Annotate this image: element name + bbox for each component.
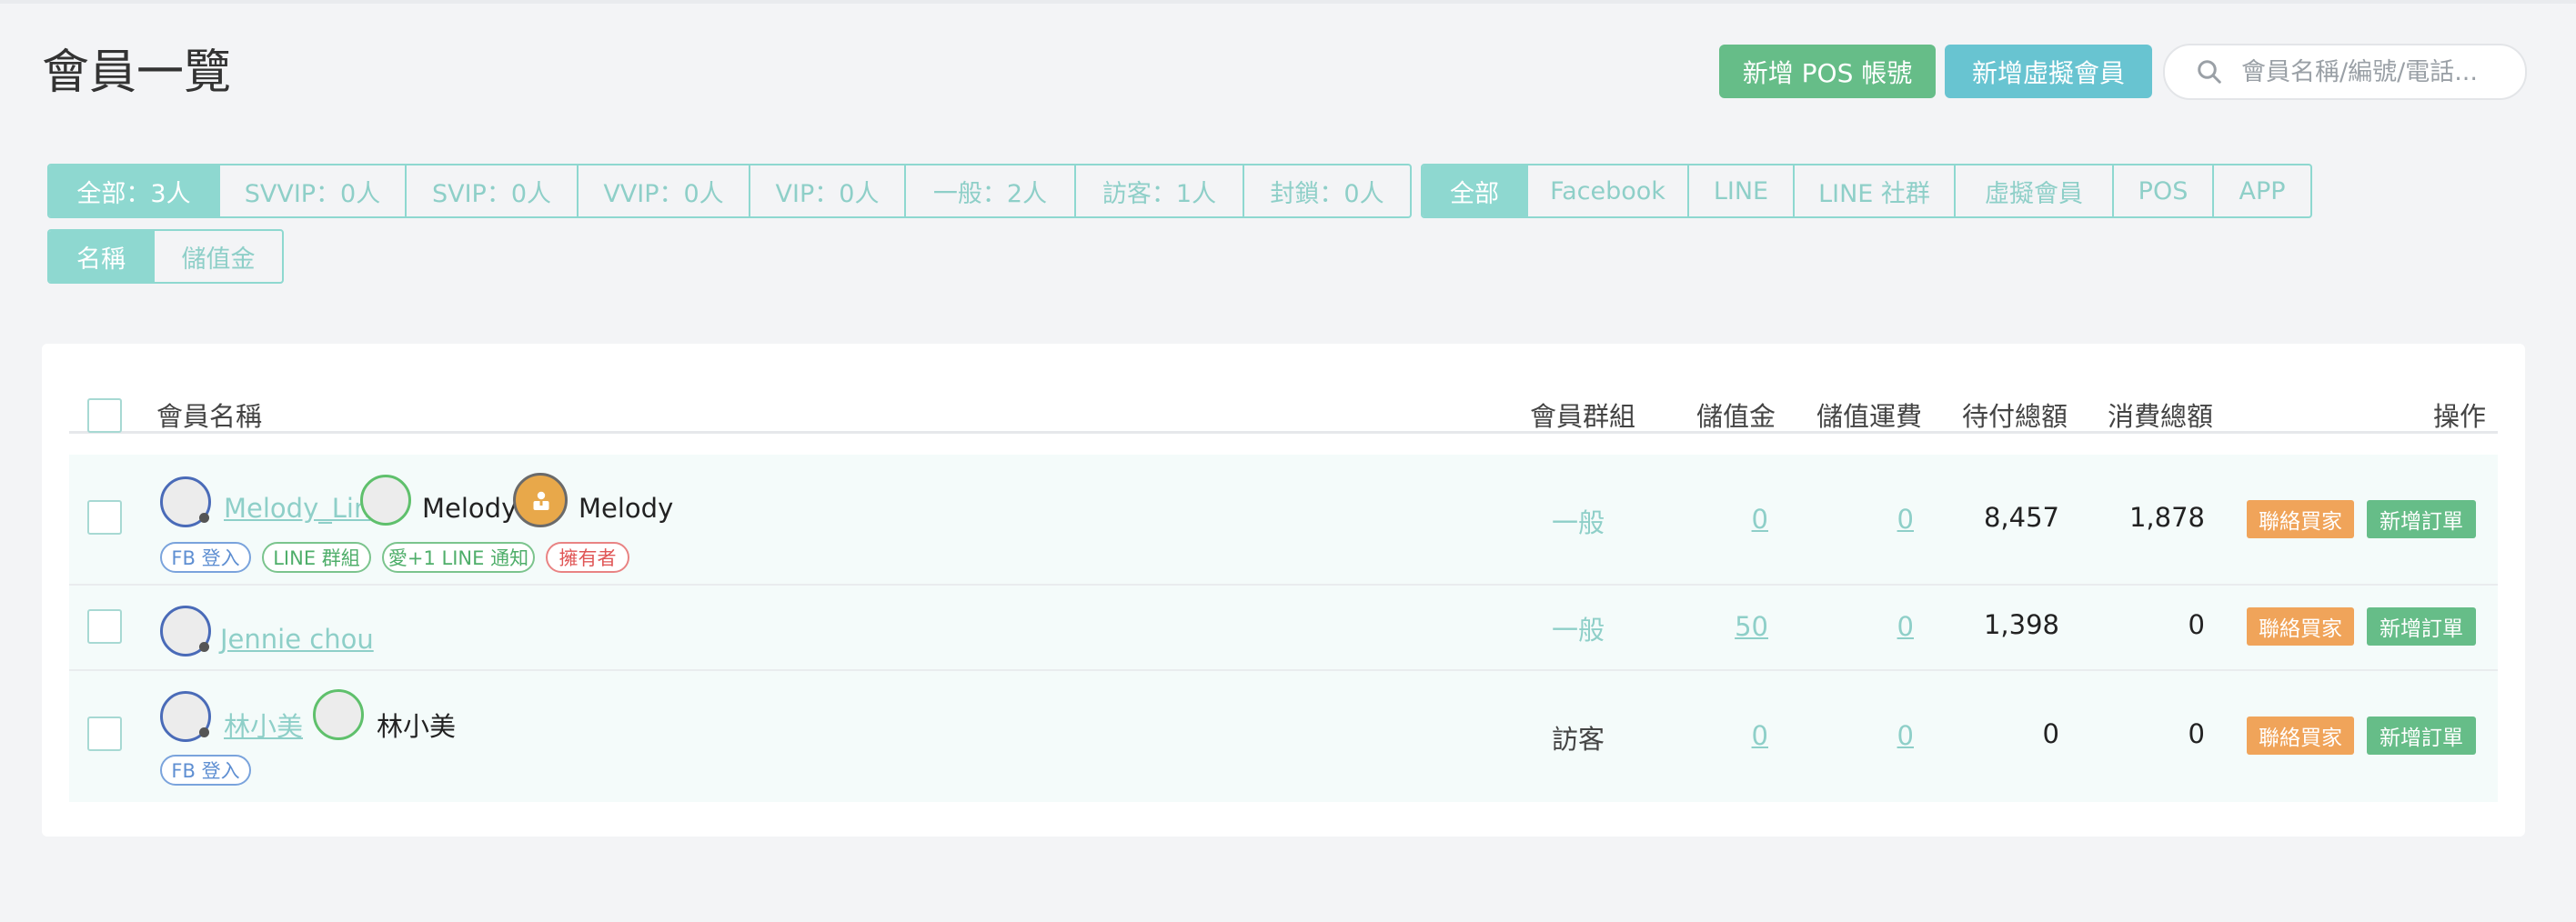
select-all-checkbox[interactable] bbox=[87, 398, 122, 433]
tab-source-app[interactable]: APP bbox=[2212, 165, 2310, 216]
stored-shipping-link[interactable]: 0 bbox=[1897, 720, 1914, 751]
tab-level-svip[interactable]: SVIP：0人 bbox=[405, 165, 577, 216]
header-spent-total: 消費總額 bbox=[2108, 401, 2214, 432]
tab-level-general[interactable]: 一般：2人 bbox=[904, 165, 1074, 216]
tab-source-all[interactable]: 全部 bbox=[1423, 165, 1526, 216]
stored-value-link[interactable]: 0 bbox=[1752, 504, 1768, 535]
header-pending-total: 待付總額 bbox=[1962, 401, 2068, 432]
stored-shipping-link[interactable]: 0 bbox=[1897, 504, 1914, 535]
table-row: Jennie chou 一般 50 0 1,398 0 聯絡買家 新增訂單 bbox=[69, 586, 2498, 671]
header-stored-value: 儲值金 bbox=[1696, 401, 1776, 432]
facebook-dot-icon bbox=[199, 513, 209, 523]
tab-level-vvip[interactable]: VVIP：0人 bbox=[577, 165, 749, 216]
member-group: 一般 bbox=[1552, 615, 1605, 646]
tab-sort-name[interactable]: 名稱 bbox=[49, 231, 153, 282]
page-title: 會員一覽 bbox=[42, 45, 232, 100]
fb-login-badge: FB 登入 bbox=[160, 542, 251, 573]
tab-level-svvip[interactable]: SVVIP：0人 bbox=[218, 165, 405, 216]
add-order-button[interactable]: 新增訂單 bbox=[2367, 607, 2476, 646]
table-header: 會員名稱 會員群組 儲值金 儲值運費 待付總額 消費總額 操作 bbox=[69, 391, 2498, 434]
row-checkbox[interactable] bbox=[87, 717, 122, 751]
stored-shipping-link[interactable]: 0 bbox=[1897, 611, 1914, 642]
member-level-tabs: 全部：3人 SVVIP：0人 SVIP：0人 VVIP：0人 VIP：0人 一般… bbox=[47, 164, 1412, 218]
pending-total: 0 bbox=[2042, 718, 2059, 749]
member-name-link[interactable]: 林小美 bbox=[224, 706, 303, 744]
header-member-name: 會員名稱 bbox=[156, 401, 263, 432]
tab-source-virtual[interactable]: 虛擬會員 bbox=[1954, 165, 2112, 216]
fb-login-badge: FB 登入 bbox=[160, 755, 251, 786]
table-row: 林小美 林小美 FB 登入 訪客 0 0 0 0 聯絡買家 新增訂單 bbox=[69, 671, 2498, 802]
tab-level-all[interactable]: 全部：3人 bbox=[49, 165, 218, 216]
facebook-avatar bbox=[160, 606, 211, 656]
member-group: 一般 bbox=[1552, 507, 1605, 538]
stored-value-link[interactable]: 50 bbox=[1735, 611, 1768, 642]
search-icon bbox=[2198, 60, 2221, 84]
owner-display-name: Melody bbox=[579, 493, 674, 524]
tab-level-guest[interactable]: 訪客：1人 bbox=[1074, 165, 1243, 216]
table-row: Melody_Lin Melody Melody FB 登入 LINE 群組 愛… bbox=[69, 455, 2498, 586]
contact-buyer-button[interactable]: 聯絡買家 bbox=[2247, 717, 2354, 755]
user-icon bbox=[533, 491, 549, 510]
contact-buyer-button[interactable]: 聯絡買家 bbox=[2247, 607, 2354, 646]
facebook-avatar bbox=[160, 476, 211, 527]
tab-sort-stored-value[interactable]: 儲值金 bbox=[153, 231, 282, 282]
contact-buyer-button[interactable]: 聯絡買家 bbox=[2247, 500, 2354, 538]
tab-source-line[interactable]: LINE bbox=[1687, 165, 1793, 216]
owner-avatar bbox=[513, 473, 568, 527]
member-name-link[interactable]: Jennie chou bbox=[220, 624, 374, 655]
tab-level-blocked[interactable]: 封鎖：0人 bbox=[1243, 165, 1410, 216]
pending-total: 8,457 bbox=[1983, 502, 2059, 533]
header-member-group: 會員群組 bbox=[1530, 401, 1636, 432]
tab-source-pos[interactable]: POS bbox=[2112, 165, 2212, 216]
pending-total: 1,398 bbox=[1983, 609, 2059, 640]
add-order-button[interactable]: 新增訂單 bbox=[2367, 717, 2476, 755]
facebook-dot-icon bbox=[199, 727, 209, 737]
line-avatar bbox=[360, 475, 411, 526]
member-source-tabs: 全部 Facebook LINE LINE 社群 虛擬會員 POS APP bbox=[1421, 164, 2312, 218]
tab-source-line-community[interactable]: LINE 社群 bbox=[1793, 165, 1954, 216]
member-group: 訪客 bbox=[1552, 724, 1605, 755]
add-pos-account-button[interactable]: 新增 POS 帳號 bbox=[1719, 45, 1936, 98]
member-table-card: 會員名稱 會員群組 儲值金 儲值運費 待付總額 消費總額 操作 Melody_L… bbox=[42, 344, 2525, 837]
sort-tabs: 名稱 儲值金 bbox=[47, 229, 284, 284]
tab-source-facebook[interactable]: Facebook bbox=[1526, 165, 1687, 216]
add-virtual-member-button[interactable]: 新增虛擬會員 bbox=[1945, 45, 2152, 98]
spent-total: 0 bbox=[2188, 609, 2205, 640]
owner-badge: 擁有者 bbox=[546, 542, 629, 573]
line-group-badge: LINE 群組 bbox=[262, 542, 371, 573]
line-display-name: 林小美 bbox=[377, 711, 457, 742]
spent-total: 1,878 bbox=[2128, 502, 2205, 533]
tab-level-vip[interactable]: VIP：0人 bbox=[749, 165, 904, 216]
member-name-link[interactable]: Melody_Lin bbox=[224, 493, 370, 524]
search-input[interactable] bbox=[2239, 56, 2516, 87]
header-stored-shipping: 儲值運費 bbox=[1816, 401, 1923, 432]
line-notify-badge: 愛+1 LINE 通知 bbox=[382, 542, 535, 573]
stored-value-link[interactable]: 0 bbox=[1752, 720, 1768, 751]
line-avatar bbox=[313, 689, 364, 740]
facebook-dot-icon bbox=[199, 642, 209, 652]
search-box[interactable] bbox=[2163, 44, 2527, 100]
row-checkbox[interactable] bbox=[87, 500, 122, 535]
line-display-name: Melody bbox=[422, 493, 518, 524]
top-border bbox=[0, 0, 2576, 4]
header-actions: 操作 bbox=[2433, 401, 2487, 432]
facebook-avatar bbox=[160, 691, 211, 742]
spent-total: 0 bbox=[2188, 718, 2205, 749]
add-order-button[interactable]: 新增訂單 bbox=[2367, 500, 2476, 538]
row-checkbox[interactable] bbox=[87, 609, 122, 644]
